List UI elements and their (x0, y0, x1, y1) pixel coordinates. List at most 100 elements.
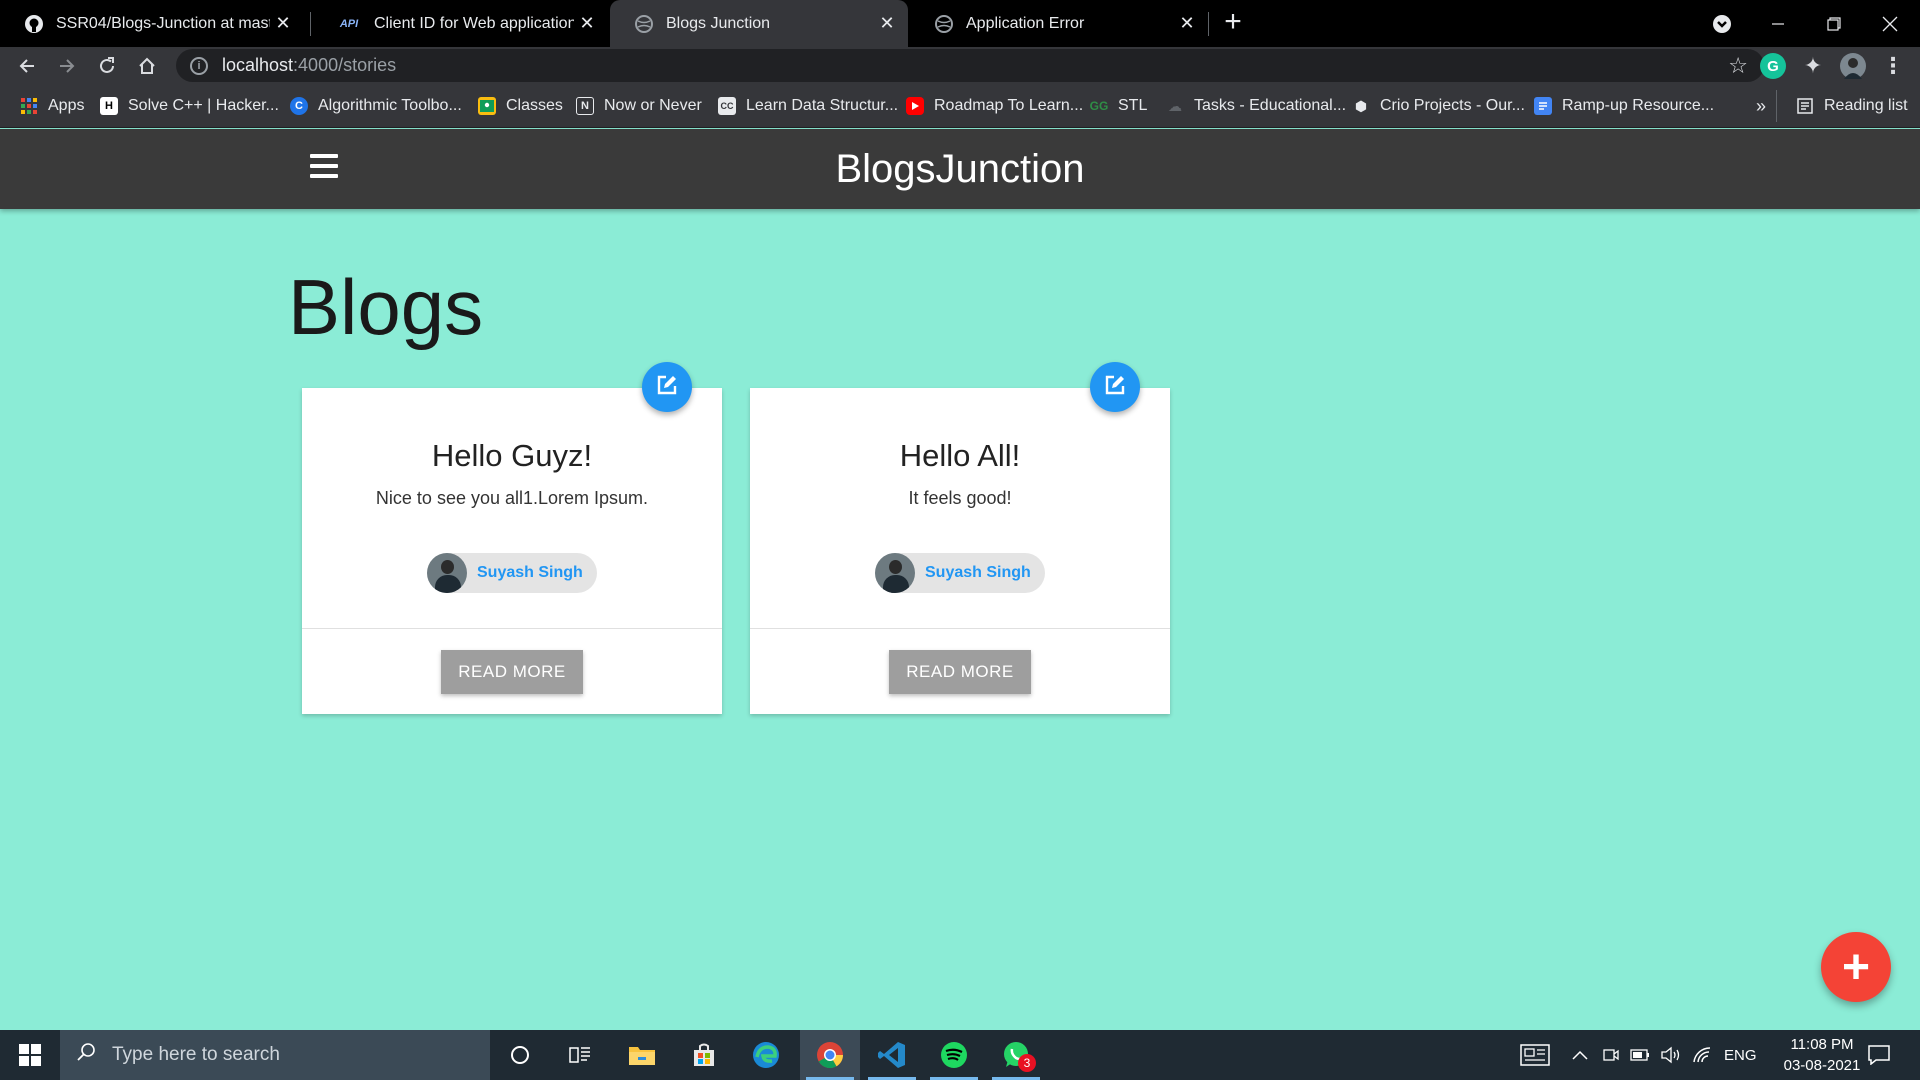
site-info-icon[interactable]: i (190, 56, 208, 75)
task-view-icon[interactable] (550, 1030, 610, 1080)
show-hidden-icons-icon[interactable] (1572, 1030, 1588, 1080)
card-title: Hello All! (899, 438, 1021, 473)
new-tab-button[interactable]: + (1220, 4, 1246, 40)
notification-badge: 3 (1018, 1054, 1036, 1072)
author-chip[interactable]: Suyash Singh (875, 553, 1045, 593)
bookmark-tasks-educational[interactable]: ☁ Tasks - Educational... (1166, 94, 1346, 118)
minimize-icon[interactable] (1750, 0, 1806, 47)
grammarly-icon[interactable]: G (1760, 53, 1786, 79)
clock-time: 11:08 PM (1790, 1036, 1854, 1053)
cc-icon: CC (718, 97, 736, 115)
bookmark-label: STL (1118, 97, 1148, 114)
bookmark-crio-projects[interactable]: ⬢ Crio Projects - Our... (1352, 94, 1525, 118)
tab-close-icon[interactable]: ✕ (574, 13, 600, 34)
tab-close-icon[interactable]: ✕ (874, 13, 900, 34)
spotify-icon[interactable] (924, 1030, 984, 1080)
bookmark-stl[interactable]: GG STL (1090, 94, 1148, 118)
classroom-icon (478, 97, 496, 115)
meet-now-icon[interactable] (1602, 1030, 1620, 1080)
cortana-icon[interactable] (490, 1030, 550, 1080)
bookmark-star-icon[interactable]: ☆ (1728, 53, 1748, 79)
extensions-puzzle-icon[interactable]: ✦ (1800, 53, 1826, 79)
edit-button[interactable] (1090, 362, 1140, 412)
vscode-icon[interactable] (862, 1030, 922, 1080)
bookmark-classes[interactable]: Classes (478, 94, 563, 118)
bookmark-roadmap[interactable]: Roadmap To Learn... (906, 94, 1083, 118)
edit-button[interactable] (642, 362, 692, 412)
bookmark-label: Roadmap To Learn... (934, 97, 1084, 114)
bookmark-label: Apps (48, 97, 85, 114)
tab-client-id[interactable]: API Client ID for Web application – A ✕ (312, 0, 608, 47)
blog-card: Hello Guyz! Nice to see you all1.Lorem I… (302, 362, 722, 714)
tab-application-error[interactable]: Application Error ✕ (910, 0, 1208, 47)
notification-center-icon[interactable] (1868, 1030, 1890, 1080)
tab-github[interactable]: SSR04/Blogs-Junction at master ✕ (0, 0, 304, 47)
wifi-icon[interactable] (1692, 1030, 1712, 1080)
url-host: localhost (222, 55, 294, 75)
reload-icon[interactable] (90, 49, 124, 83)
brand-title[interactable]: BlogsJunction (0, 147, 1920, 192)
bookmark-label: Algorithmic Toolbo... (318, 97, 462, 114)
bookmark-algorithmic-toolbox[interactable]: C Algorithmic Toolbo... (290, 94, 462, 118)
add-story-button[interactable]: + (1821, 932, 1891, 1002)
card-divider (302, 628, 722, 629)
tab-blogs-junction[interactable]: Blogs Junction ✕ (610, 0, 908, 47)
tab-search-icon[interactable] (1694, 0, 1750, 47)
file-explorer-icon[interactable] (612, 1030, 672, 1080)
globe-icon (634, 14, 654, 34)
author-name: Suyash Singh (925, 564, 1031, 581)
profile-avatar[interactable] (1840, 53, 1866, 79)
youtube-icon (906, 97, 924, 115)
chrome-taskbar-icon[interactable] (800, 1030, 860, 1080)
bookmark-learn-data-structures[interactable]: CC Learn Data Structur... (718, 94, 898, 118)
hamburger-menu-icon[interactable] (310, 154, 338, 178)
back-icon[interactable] (10, 49, 44, 83)
whatsapp-icon[interactable]: 3 (986, 1030, 1046, 1080)
news-widget-icon[interactable] (1520, 1030, 1550, 1080)
tab-close-icon[interactable]: ✕ (270, 13, 296, 34)
restore-icon[interactable] (1806, 0, 1862, 47)
apps-grid-icon (20, 97, 38, 115)
microsoft-store-icon[interactable] (674, 1030, 734, 1080)
taskbar-search-input[interactable]: Type here to search (60, 1030, 490, 1080)
reading-list-button[interactable]: Reading list (1796, 94, 1908, 118)
globe-icon (934, 14, 954, 34)
avatar (427, 553, 467, 593)
input-language[interactable]: ENG (1724, 1030, 1757, 1080)
edit-icon (1104, 374, 1126, 401)
bookmark-apps[interactable]: Apps (20, 94, 84, 118)
clock-date: 03-08-2021 (1783, 1057, 1861, 1074)
tab-title: Client ID for Web application – A (374, 14, 574, 32)
battery-icon[interactable] (1630, 1030, 1650, 1080)
bookmark-ramp-up[interactable]: Ramp-up Resource... (1534, 94, 1714, 118)
bookmark-label: Ramp-up Resource... (1562, 97, 1715, 114)
bookmark-label: Solve C++ | Hacker... (128, 97, 279, 114)
bookmark-hackerrank[interactable]: H Solve C++ | Hacker... (100, 94, 279, 118)
author-chip[interactable]: Suyash Singh (427, 553, 597, 593)
volume-icon[interactable] (1660, 1030, 1682, 1080)
home-icon[interactable] (130, 49, 164, 83)
bookmarks-bar: Apps H Solve C++ | Hacker... C Algorithm… (0, 84, 1920, 128)
coursera-icon: C (290, 97, 308, 115)
forward-icon[interactable] (50, 49, 84, 83)
tab-close-icon[interactable]: ✕ (1174, 13, 1200, 34)
more-bookmarks-button[interactable]: » (1756, 94, 1766, 118)
read-more-button[interactable]: READ MORE (889, 650, 1031, 694)
crio-icon: ⬢ (1354, 97, 1368, 114)
chrome-menu-icon[interactable]: ⋮ (1880, 53, 1906, 79)
system-clock[interactable]: 11:08 PM 03-08-2021 (1762, 1034, 1882, 1076)
page-title: Blogs (288, 263, 484, 351)
edge-icon[interactable] (736, 1030, 796, 1080)
close-window-icon[interactable] (1862, 0, 1918, 47)
hackerrank-icon: H (100, 97, 118, 115)
taskbar: Type here to search 3 ENG 11:08 PM 03-08… (0, 1030, 1920, 1080)
github-icon (24, 14, 44, 34)
windows-start-icon[interactable] (0, 1030, 60, 1080)
docs-icon (1534, 97, 1552, 115)
bookmark-label: Tasks - Educational... (1194, 97, 1347, 114)
card-divider (750, 628, 1170, 629)
address-bar[interactable]: i localhost:4000/stories ☆ (176, 49, 1764, 82)
cloud-icon: ☁ (1168, 97, 1182, 114)
read-more-button[interactable]: READ MORE (441, 650, 583, 694)
bookmark-now-or-never[interactable]: N Now or Never (576, 94, 702, 118)
